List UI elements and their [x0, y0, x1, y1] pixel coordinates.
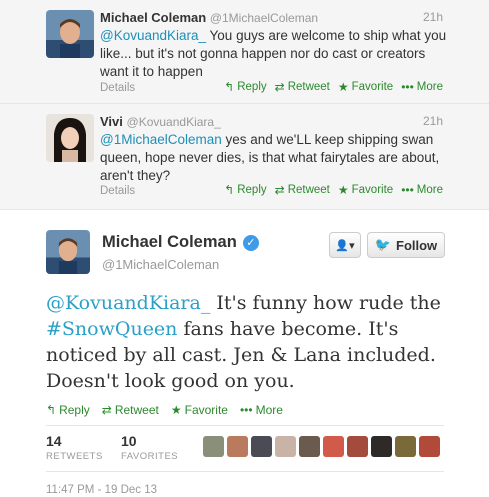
reply-label: Reply	[237, 184, 267, 196]
favoriter-avatar[interactable]	[227, 436, 248, 457]
tweet-actions: ↰ Reply ⇄ Retweet ★ Favorite ••• More	[224, 184, 443, 196]
follow-label: Follow	[396, 237, 438, 253]
mention-link[interactable]: @KovuandKiara_	[100, 28, 206, 43]
details-link[interactable]: Details	[100, 185, 135, 197]
more-icon: •••	[239, 403, 253, 417]
more-button[interactable]: ••• More	[401, 184, 443, 196]
mention-link[interactable]: @1MichaelColeman	[100, 132, 222, 147]
reply-tweet[interactable]: Vivi @KovuandKiara_ 21h @1MichaelColeman…	[0, 104, 489, 210]
favoriter-avatar[interactable]	[203, 436, 224, 457]
reply-button[interactable]: ↰ Reply	[224, 184, 266, 196]
main-tweet: Michael Coleman ✓ @1MichaelColeman 👤▾ 🐦 …	[0, 210, 489, 497]
hashtag-link[interactable]: #SnowQueen	[46, 318, 177, 340]
reply-button[interactable]: ↰ Reply	[224, 81, 266, 93]
favoriter-avatar[interactable]	[251, 436, 272, 457]
author-handle[interactable]: @1MichaelColeman	[102, 257, 219, 272]
retweet-label: Retweet	[287, 184, 330, 196]
favorite-label: Favorite	[184, 403, 228, 417]
tweet-body-a: It's funny how rude the	[210, 292, 441, 314]
tweet-actions: ↰ Reply ⇄ Retweet ★ Favorite ••• More	[224, 81, 443, 93]
more-label: More	[416, 81, 443, 93]
tweet-text: @1MichaelColeman yes and we'LL keep ship…	[100, 131, 450, 185]
more-button[interactable]: ••• More	[401, 81, 443, 93]
favoriter-avatars	[203, 436, 440, 457]
user-dropdown-icon: 👤▾	[335, 239, 355, 252]
favoriter-avatar[interactable]	[347, 436, 368, 457]
favoriter-avatar[interactable]	[299, 436, 320, 457]
author-name[interactable]: Vivi	[100, 114, 123, 129]
tweet-time[interactable]: 21h	[423, 114, 443, 128]
tweet-timestamp[interactable]: 11:47 PM - 19 Dec 13	[46, 484, 157, 496]
retweet-icon: ⇄	[101, 403, 112, 417]
more-button[interactable]: ••• More	[240, 403, 283, 417]
retweet-button[interactable]: ⇄ Retweet	[102, 403, 159, 417]
follow-button[interactable]: 🐦 Follow	[367, 232, 445, 258]
tweet-time[interactable]: 21h	[423, 10, 443, 24]
retweets-label: RETWEETS	[46, 451, 103, 462]
user-dropdown-button[interactable]: 👤▾	[329, 232, 361, 258]
retweet-icon: ⇄	[274, 80, 285, 94]
avatar[interactable]	[46, 10, 94, 58]
favoriter-avatar[interactable]	[395, 436, 416, 457]
author-name-text: Michael Coleman	[102, 233, 237, 251]
verified-icon: ✓	[242, 234, 259, 251]
favorites-stat[interactable]: 10 FAVORITES	[121, 433, 178, 462]
more-icon: •••	[401, 80, 414, 94]
author-name[interactable]: Michael Coleman	[100, 10, 206, 25]
reply-label: Reply	[237, 81, 267, 93]
retweet-label: Retweet	[114, 403, 159, 417]
author-handle[interactable]: @1MichaelColeman	[210, 11, 318, 25]
retweets-stat[interactable]: 14 RETWEETS	[46, 433, 103, 462]
divider	[46, 425, 444, 426]
retweet-button[interactable]: ⇄ Retweet	[275, 184, 330, 196]
tweet-text: @KovuandKiara_ It's funny how rude the #…	[46, 290, 466, 394]
favorite-icon: ★	[170, 403, 182, 417]
tweet-text: @KovuandKiara_ You guys are welcome to s…	[100, 27, 450, 81]
author-handle[interactable]: @KovuandKiara_	[127, 115, 221, 129]
retweets-count: 14	[46, 433, 62, 449]
favoriter-avatar[interactable]	[323, 436, 344, 457]
favorite-button[interactable]: ★ Favorite	[338, 81, 393, 93]
reply-button[interactable]: ↰ Reply	[46, 403, 90, 417]
more-icon: •••	[401, 183, 414, 197]
favoriter-avatar[interactable]	[371, 436, 392, 457]
favoriter-avatar[interactable]	[419, 436, 440, 457]
reply-icon: ↰	[224, 183, 235, 197]
tweet-actions: ↰ Reply ⇄ Retweet ★ Favorite ••• More	[46, 403, 283, 417]
retweet-icon: ⇄	[274, 183, 285, 197]
avatar[interactable]	[46, 114, 94, 162]
more-label: More	[416, 184, 443, 196]
author-name[interactable]: Michael Coleman ✓	[102, 233, 259, 252]
retweet-button[interactable]: ⇄ Retweet	[275, 81, 330, 93]
favorite-button[interactable]: ★ Favorite	[338, 184, 393, 196]
avatar[interactable]	[46, 230, 90, 274]
favorite-icon: ★	[337, 183, 349, 197]
divider	[46, 471, 444, 472]
bird-icon: 🐦	[374, 237, 391, 252]
favorite-icon: ★	[337, 80, 349, 94]
favorites-label: FAVORITES	[121, 451, 179, 462]
favorite-button[interactable]: ★ Favorite	[171, 403, 228, 417]
mention-link[interactable]: @KovuandKiara_	[46, 292, 210, 314]
details-link[interactable]: Details	[100, 82, 135, 94]
reply-icon: ↰	[46, 403, 57, 417]
retweet-label: Retweet	[287, 81, 330, 93]
favorite-label: Favorite	[351, 184, 394, 196]
reply-label: Reply	[59, 403, 90, 417]
favorite-label: Favorite	[351, 81, 394, 93]
favoriter-avatar[interactable]	[275, 436, 296, 457]
favorites-count: 10	[121, 433, 137, 449]
reply-tweet[interactable]: Michael Coleman @1MichaelColeman 21h @Ko…	[0, 0, 489, 104]
reply-icon: ↰	[224, 80, 235, 94]
more-label: More	[255, 403, 283, 417]
